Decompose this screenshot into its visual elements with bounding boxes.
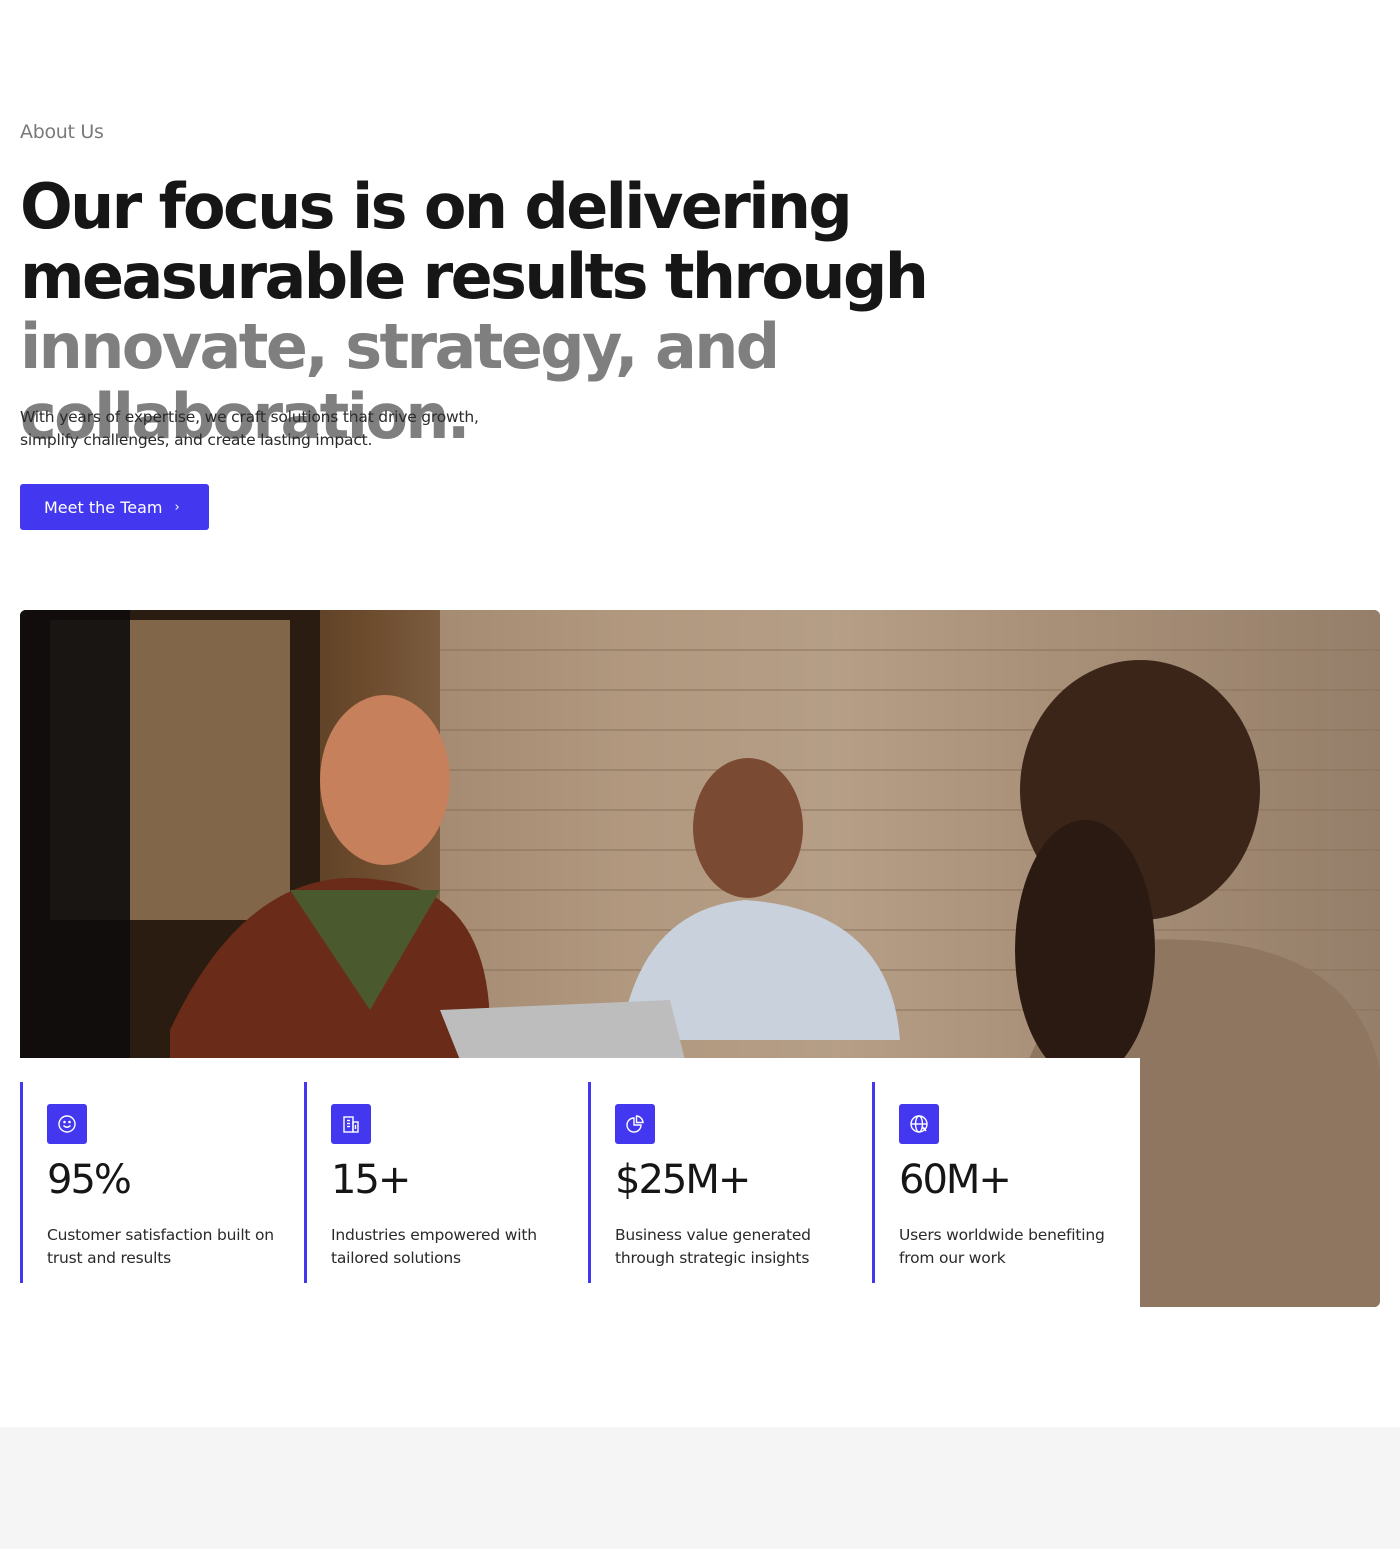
stat-industries: 15+ Industries empowered with tailored s… <box>304 1082 574 1283</box>
stat-value: 15+ <box>331 1157 411 1203</box>
smile-icon <box>47 1104 87 1144</box>
headline-dark: Our focus is on delivering measurable re… <box>20 170 929 313</box>
stat-value: 95% <box>47 1157 132 1203</box>
chevron-right-icon: › <box>174 499 180 515</box>
stat-description: Customer satisfaction built on trust and… <box>47 1226 274 1267</box>
pie-chart-icon <box>615 1104 655 1144</box>
stat-description: Industries empowered with tailored solut… <box>331 1226 537 1267</box>
stat-users: 60M+ Users worldwide benefiting from our… <box>872 1082 1142 1283</box>
stat-satisfaction: 95% Customer satisfaction built on trust… <box>20 1082 290 1283</box>
stat-value: 60M+ <box>899 1157 1012 1203</box>
stat-value: $25M+ <box>615 1157 751 1203</box>
section-label: About Us <box>20 121 104 143</box>
stat-description: Business value generated through strateg… <box>615 1226 811 1267</box>
globe-icon <box>899 1104 939 1144</box>
stats-panel: 95% Customer satisfaction built on trust… <box>20 1058 1140 1308</box>
meet-the-team-button[interactable]: Meet the Team › <box>20 484 209 530</box>
building-icon <box>331 1104 371 1144</box>
stat-description: Users worldwide benefiting from our work <box>899 1226 1105 1267</box>
meet-the-team-label: Meet the Team <box>44 497 163 517</box>
next-section-background <box>0 1427 1400 1549</box>
stat-business-value: $25M+ Business value generated through s… <box>588 1082 858 1283</box>
intro-text: With years of expertise, we craft soluti… <box>20 408 479 449</box>
